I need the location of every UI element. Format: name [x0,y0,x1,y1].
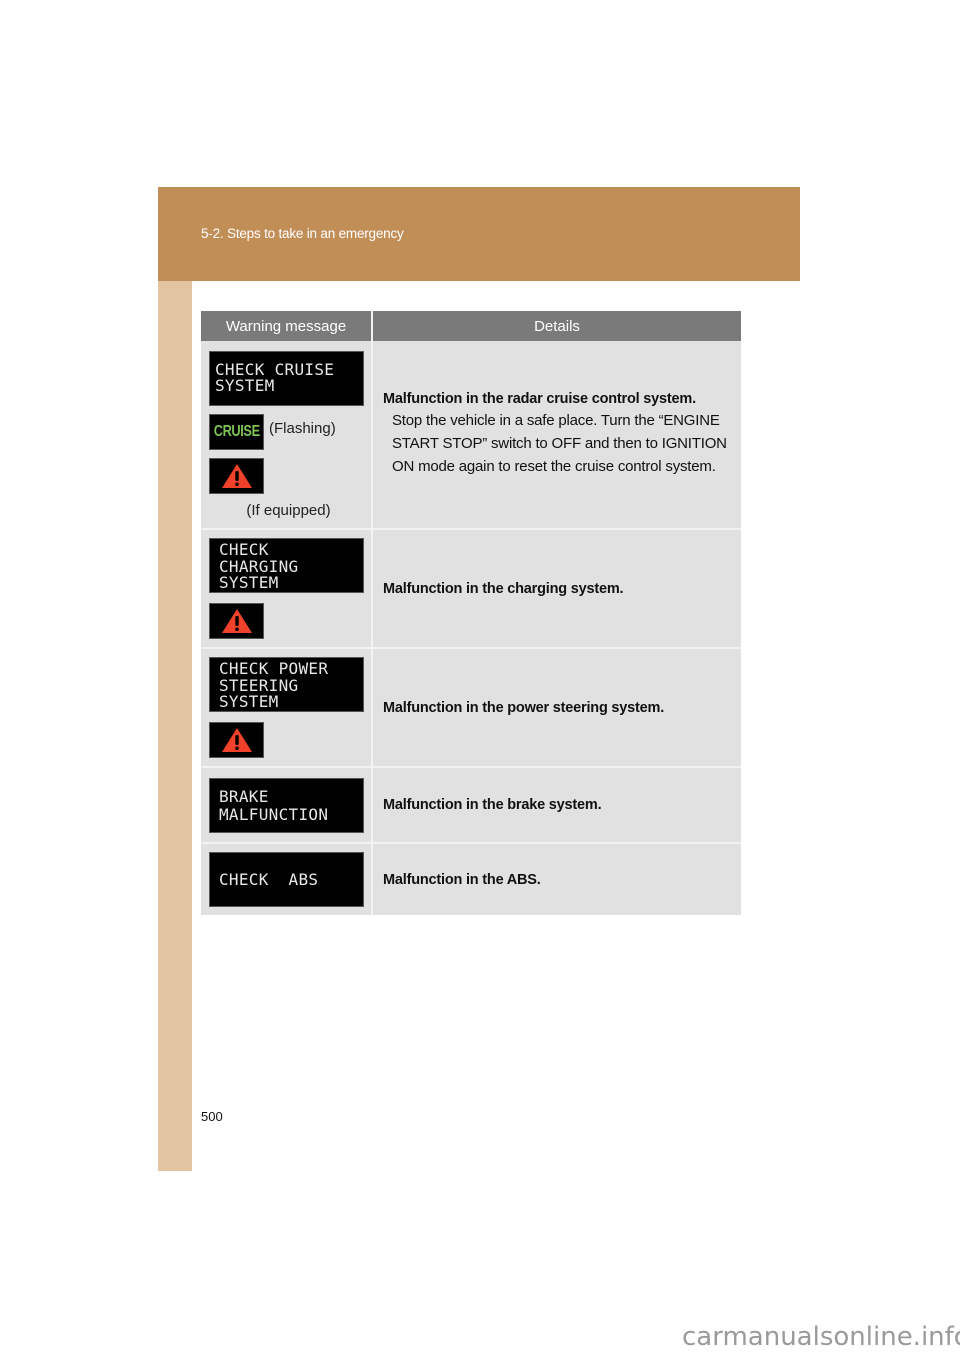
details-cell: Malfunction in the ABS. [371,842,741,915]
table-row: CHECK CRUISE SYSTEM CRUISE (Flashing) (I… [201,341,741,529]
section-title: 5-2. Steps to take in an emergency [201,226,404,241]
lcd-message-display: BRAKE MALFUNCTION [209,777,364,833]
warning-message-cell: CHECK CRUISE SYSTEM CRUISE (Flashing) (I… [201,341,372,529]
section-header-band: 5-2. Steps to take in an emergency [158,187,800,281]
watermark: carmanualsonline.info [682,1322,960,1352]
table-row: CHECK POWER STEERING SYSTEM Malfunction … [201,647,741,767]
column-header-warning-message: Warning message [201,311,372,341]
warning-message-cell: BRAKE MALFUNCTION [201,766,372,843]
lcd-message-display: CHECK POWER STEERING SYSTEM [209,657,364,712]
table-header-row: Warning message Details [201,311,741,341]
table-row: CHECK CHARGING SYSTEM Malfunction in the… [201,528,741,648]
cruise-indicator-lamp: CRUISE [209,413,264,450]
detail-title: Malfunction in the charging system. [383,580,624,597]
column-header-details: Details [371,311,741,341]
cruise-lamp-label: CRUISE [213,422,260,440]
details-cell: Malfunction in the brake system. [371,766,741,843]
details-cell: Malfunction in the charging system. [371,528,741,648]
master-warning-triangle-icon [209,603,264,639]
table-row: BRAKE MALFUNCTION Malfunction in the bra… [201,766,741,843]
if-equipped-note: (If equipped) [246,501,331,519]
page-number: 500 [201,1109,223,1124]
warning-message-cell: CHECK ABS [201,842,372,915]
lcd-message-display: CHECK ABS [209,852,364,907]
details-cell: Malfunction in the radar cruise control … [371,341,741,529]
detail-title: Malfunction in the ABS. [383,871,541,888]
details-cell: Malfunction in the power steering system… [371,647,741,767]
lcd-message-display: CHECK CRUISE SYSTEM [209,350,364,406]
master-warning-triangle-icon [209,722,264,758]
flashing-note: (Flashing) [269,420,336,437]
table-row: CHECK ABS Malfunction in the ABS. [201,842,741,915]
detail-title: Malfunction in the power steering system… [383,699,665,716]
detail-title: Malfunction in the brake system. [383,797,602,813]
lcd-message-display: CHECK CHARGING SYSTEM [209,538,364,593]
warning-message-cell: CHECK CHARGING SYSTEM [201,528,372,648]
master-warning-triangle-icon [209,457,264,494]
warning-message-cell: CHECK POWER STEERING SYSTEM [201,647,372,767]
warning-message-table: Warning message Details CHECK CRUISE SYS… [201,311,741,915]
page-side-strip [158,281,192,1171]
detail-body: Stop the vehicle in a safe place. Turn t… [392,412,727,475]
detail-title: Malfunction in the radar cruise control … [383,391,696,407]
